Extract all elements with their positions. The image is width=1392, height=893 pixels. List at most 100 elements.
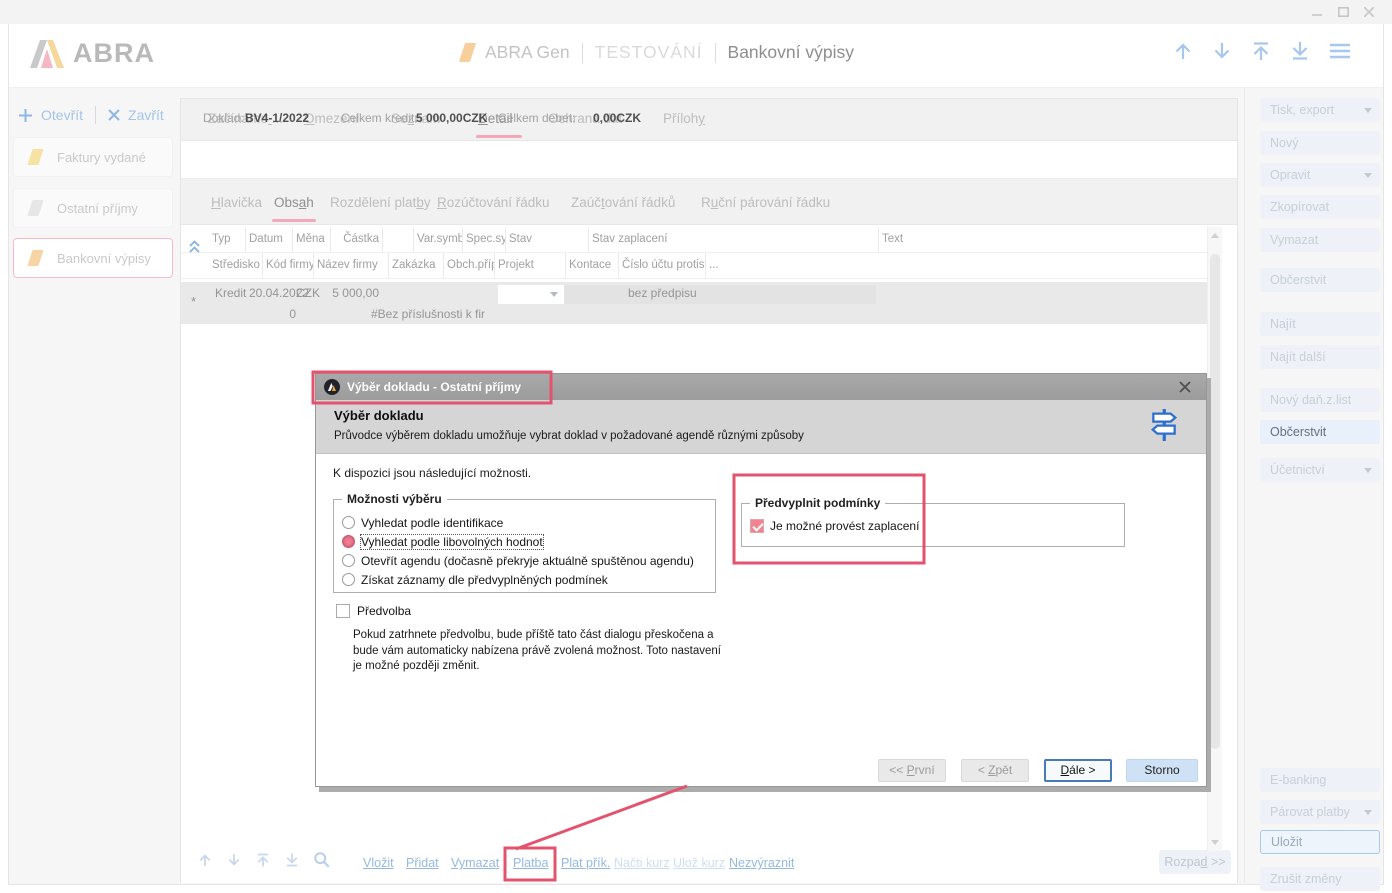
table-row[interactable]: * Kredit 20.04.2022 CZK 5 000,00 bez pře…: [181, 282, 1221, 324]
najit-button[interactable]: Najít: [1260, 312, 1380, 336]
vymazat-button[interactable]: Vymazat: [1260, 228, 1380, 252]
col-empty[interactable]: [383, 227, 414, 252]
cell-stredisko: 0: [276, 307, 296, 321]
parovat-platby-button[interactable]: Párovat platby: [1260, 800, 1380, 824]
radio-icon[interactable]: [342, 516, 355, 529]
obcerstvit-button[interactable]: Občerstvit: [1260, 268, 1380, 292]
col-more[interactable]: ...: [706, 253, 781, 278]
sidebar-item-faktury-vydane[interactable]: Faktury vydané: [13, 137, 173, 177]
checkbox-predvolba[interactable]: Předvolba: [336, 604, 411, 618]
radio-icon[interactable]: [342, 573, 355, 586]
scroll-up-icon[interactable]: [1211, 233, 1219, 238]
checkbox-icon[interactable]: [750, 519, 764, 533]
radio-icon[interactable]: [342, 535, 355, 548]
link-platba[interactable]: Platba: [513, 856, 548, 870]
storno-button[interactable]: Storno: [1126, 759, 1198, 782]
tab-prilohy[interactable]: Přílohy: [663, 111, 705, 126]
move-up-icon[interactable]: [197, 852, 213, 868]
zkopirovat-button[interactable]: Zkopírovat: [1260, 195, 1380, 219]
move-last-icon[interactable]: [1289, 40, 1311, 62]
checkbox-je-mozne-provest-zaplaceni[interactable]: Je možné provést zaplacení: [750, 516, 1124, 535]
col-castka[interactable]: Částka: [331, 227, 383, 252]
record-navigation: [1172, 40, 1352, 62]
link-vymazat[interactable]: Vymazat: [451, 856, 499, 870]
novy-dan-z-list-button[interactable]: Nový daň.z.list: [1260, 388, 1380, 412]
tab-rucni-parovani[interactable]: Ruční párování řádku: [701, 195, 830, 210]
ulozit-button[interactable]: Uložit: [1260, 830, 1380, 854]
cell-mena: CZK: [296, 286, 320, 300]
col-text[interactable]: Text: [879, 227, 1179, 252]
menu-icon[interactable]: [1328, 41, 1352, 61]
col-cislo-uctu[interactable]: Číslo účtu protistrany: [619, 253, 706, 278]
link-uloz-kurz[interactable]: Ulož kurz: [673, 856, 725, 870]
col-kontace[interactable]: Kontace: [566, 253, 619, 278]
sidebar-item-ostatni-prijmy[interactable]: Ostatní příjmy: [13, 188, 173, 228]
col-stav[interactable]: Stav: [506, 227, 589, 252]
maximize-icon[interactable]: [1332, 4, 1354, 20]
open-agenda-button[interactable]: Otevřít: [41, 107, 83, 123]
dialog-subtitle: Průvodce výběrem dokladu umožňuje vybrat…: [334, 430, 804, 442]
move-down-icon[interactable]: [226, 852, 242, 868]
link-plat-prik[interactable]: Plat přík.: [561, 856, 610, 870]
close-icon[interactable]: [1176, 379, 1194, 395]
move-up-icon[interactable]: [1172, 40, 1194, 62]
close-agenda-button[interactable]: Zavřít: [128, 107, 164, 123]
zrusit-zmeny-button[interactable]: Zrušit změny: [1260, 867, 1380, 891]
col-nazev-firmy[interactable]: Název firmy: [314, 253, 389, 278]
close-x-icon[interactable]: [108, 109, 120, 121]
radio-vyhledat-identifikace[interactable]: Vyhledat podle identifikace: [342, 513, 715, 532]
tab-hlavicka[interactable]: Hlavička: [211, 195, 262, 210]
move-down-icon[interactable]: [1211, 40, 1233, 62]
radio-vyhledat-libovolne[interactable]: Vyhledat podle libovolných hodnot: [342, 532, 715, 551]
radio-otevrit-agendu[interactable]: Otevřít agendu (dočasně překryje aktuáln…: [342, 551, 715, 570]
search-icon[interactable]: [313, 851, 331, 869]
row-marker: *: [191, 294, 196, 309]
prvni-button[interactable]: << První: [878, 759, 946, 782]
checkbox-icon[interactable]: [336, 604, 350, 618]
col-obch-pripad[interactable]: Obch.případ: [444, 253, 495, 278]
col-typ[interactable]: Typ: [209, 227, 246, 252]
novy-button[interactable]: Nový: [1260, 131, 1380, 155]
move-first-icon[interactable]: [255, 852, 271, 868]
link-vlozit[interactable]: Vložit: [363, 856, 394, 870]
tab-rozdeleni-platby[interactable]: Rozdělení platby: [330, 195, 431, 210]
close-icon[interactable]: [1358, 4, 1380, 20]
link-nacti-kurz[interactable]: Načti kurz: [614, 856, 670, 870]
radio-icon[interactable]: [342, 554, 355, 567]
kredit-value: 5 000,00CZK: [416, 111, 483, 125]
e-banking-button[interactable]: E-banking: [1260, 768, 1380, 792]
scrollbar-thumb[interactable]: [1210, 254, 1220, 749]
najit-dalsi-button[interactable]: Najít další: [1260, 345, 1380, 369]
tisk-export-button[interactable]: Tisk, export: [1260, 98, 1380, 122]
dale-button[interactable]: Dále >: [1044, 759, 1112, 782]
tab-zauctovani-radku[interactable]: Zaúčtování řádků: [571, 195, 675, 210]
tab-obsah[interactable]: Obsah: [274, 195, 314, 210]
collapse-chevrons-icon[interactable]: [188, 239, 201, 254]
plus-icon[interactable]: [18, 108, 33, 123]
col-var-symbol[interactable]: Var.symbol: [414, 227, 463, 252]
col-projekt[interactable]: Projekt: [495, 253, 566, 278]
zpet-button[interactable]: < Zpět: [961, 759, 1029, 782]
sidebar-item-bankovni-vypisy[interactable]: Bankovní výpisy: [13, 238, 173, 278]
col-stredisko[interactable]: Středisko: [209, 253, 263, 278]
obcerstvit-active-button[interactable]: Občerstvit: [1260, 420, 1380, 444]
opravit-button[interactable]: Opravit: [1260, 163, 1380, 187]
col-spec-symbol[interactable]: Spec.sym...: [463, 227, 506, 252]
move-last-icon[interactable]: [284, 852, 300, 868]
minimize-icon[interactable]: [1306, 4, 1328, 20]
spec-symbol-select[interactable]: [498, 285, 564, 304]
tab-rozuctovani-radku[interactable]: Rozúčtování řádku: [437, 195, 550, 210]
link-nezvyraznit[interactable]: Nezvýraznit: [729, 856, 794, 870]
col-stav-zaplaceni[interactable]: Stav zaplacení: [589, 227, 879, 252]
col-kod-firmy[interactable]: Kód firmy: [263, 253, 314, 278]
col-datum[interactable]: Datum: [246, 227, 293, 252]
col-zakazka[interactable]: Zakázka: [389, 253, 444, 278]
vertical-scrollbar[interactable]: [1207, 227, 1222, 851]
col-mena[interactable]: Měna: [293, 227, 331, 252]
scroll-down-icon[interactable]: [1211, 840, 1219, 845]
radio-ziskat-zaznamy[interactable]: Získat záznamy dle předvyplněných podmín…: [342, 570, 715, 589]
move-first-icon[interactable]: [1250, 40, 1272, 62]
rozpad-button[interactable]: Rozpad >>: [1159, 850, 1231, 874]
ucetnictvi-button[interactable]: Účetnictví: [1260, 458, 1380, 482]
link-pridat[interactable]: Přidat: [406, 856, 439, 870]
